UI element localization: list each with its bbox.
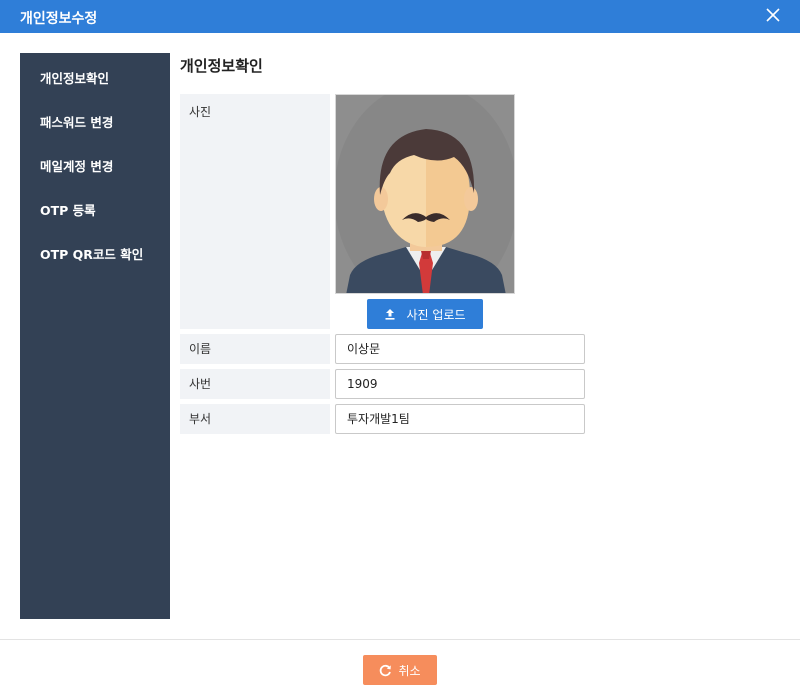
sidebar-item-change-password[interactable]: 패스워드 변경	[40, 112, 113, 131]
close-icon[interactable]	[764, 6, 782, 24]
sidebar-item-personal-info[interactable]: 개인정보확인	[40, 68, 109, 87]
cancel-button[interactable]: 취소	[363, 655, 437, 685]
upload-icon	[385, 309, 395, 320]
employee-number-field[interactable]: 1909	[335, 369, 585, 399]
photo-label: 사진	[180, 94, 330, 329]
dialog-title: 개인정보수정	[20, 11, 98, 27]
employee-number-label: 사번	[180, 369, 330, 399]
cancel-button-label: 취소	[398, 663, 421, 678]
dialog-titlebar: 개인정보수정	[0, 0, 800, 33]
photo-upload-button[interactable]: 사진 업로드	[367, 299, 483, 329]
department-field[interactable]: 투자개발1팀	[335, 404, 585, 434]
refresh-icon	[380, 664, 392, 676]
name-field[interactable]: 이상문	[335, 334, 585, 364]
name-label: 이름	[180, 334, 330, 364]
sidebar: 개인정보확인 패스워드 변경 메일계정 변경 OTP 등록 OTP QR코드 확…	[20, 53, 170, 619]
profile-photo	[335, 94, 515, 294]
sidebar-item-otp-qr[interactable]: OTP QR코드 확인	[40, 244, 143, 263]
upload-button-label: 사진 업로드	[406, 307, 466, 322]
sidebar-item-otp-register[interactable]: OTP 등록	[40, 200, 96, 219]
avatar-illustration	[336, 95, 514, 293]
footer-divider	[0, 639, 800, 640]
department-label: 부서	[180, 404, 330, 434]
section-title: 개인정보확인	[180, 57, 263, 75]
sidebar-item-change-email[interactable]: 메일계정 변경	[40, 156, 113, 175]
